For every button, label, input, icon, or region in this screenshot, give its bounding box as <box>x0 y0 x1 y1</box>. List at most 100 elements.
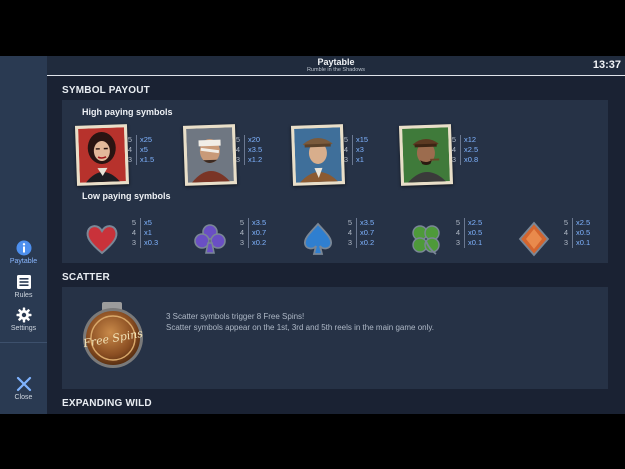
low-symbol-spade: 5 x3.5 4 x0.7 3 x0.2 <box>290 217 398 257</box>
low-symbol-diamond: 5 x2.5 4 x0.5 3 x0.1 <box>506 217 614 257</box>
payout-list: 5 x12 4 x2.5 3 x0.8 <box>452 135 479 165</box>
payout-list: 5 x15 4 x3 3 x1 <box>344 135 369 165</box>
payout-list: 5 x25 4 x5 3 x1.5 <box>128 135 155 165</box>
diamond-icon <box>518 221 550 257</box>
pay-count: 5 <box>347 218 352 227</box>
pay-multiplier: x25 <box>140 135 153 144</box>
rules-icon <box>16 275 31 289</box>
payout-list: 5 x3.5 4 x0.7 3 x0.2 <box>348 218 375 248</box>
pay-count: 5 <box>343 135 348 144</box>
high-symbol-bandaged-man: 5 x20 4 x3.5 3 x1.2 <box>182 124 292 186</box>
pay-count: 5 <box>131 218 136 227</box>
scatter-line-1: 3 Scatter symbols trigger 8 Free Spins! <box>166 312 305 321</box>
pay-multiplier: x0.1 <box>576 238 591 247</box>
pay-multiplier: x3.5 <box>248 145 263 154</box>
paytable-screen: Paytable Rules Settings Close Paytable R… <box>0 56 625 414</box>
pay-count: 4 <box>347 228 352 237</box>
pay-count: 3 <box>131 238 136 247</box>
pay-multiplier: x0.5 <box>468 228 483 237</box>
pay-multiplier: x15 <box>356 135 369 144</box>
pay-multiplier: x0.8 <box>464 155 479 164</box>
pay-multiplier: x5 <box>144 218 152 227</box>
sidebar-item-settings[interactable]: Settings <box>0 307 47 332</box>
pay-count: 3 <box>451 155 456 164</box>
high-symbol-woman: 5 x25 4 x5 3 x1.5 <box>74 124 184 186</box>
cigar-man-portrait-icon <box>398 124 454 186</box>
payout-list: 5 x3.5 4 x0.7 3 x0.2 <box>240 218 267 248</box>
pay-multiplier: x1.2 <box>248 155 263 164</box>
pay-count: 4 <box>235 145 240 154</box>
info-icon <box>16 240 31 256</box>
pay-multiplier: x3.5 <box>252 218 267 227</box>
pay-multiplier: x0.7 <box>252 228 267 237</box>
section-title-expanding-wild: EXPANDING WILD <box>62 398 152 409</box>
club-icon <box>194 224 226 254</box>
pay-count: 3 <box>127 155 132 164</box>
pay-count: 5 <box>563 218 568 227</box>
close-label: Close <box>14 394 33 401</box>
sidebar-item-paytable[interactable]: Paytable <box>0 240 47 265</box>
pay-multiplier: x1.5 <box>140 155 155 164</box>
pay-multiplier: x5 <box>140 145 148 154</box>
pay-count: 4 <box>239 228 244 237</box>
game-subtitle: Rumble in the Shadows <box>306 67 366 73</box>
high-symbol-hat-man: 5 x15 4 x3 3 x1 <box>290 124 400 186</box>
paytable-content[interactable]: SYMBOL PAYOUT High paying symbols 5 x25 … <box>47 77 625 414</box>
sidebar-item-rules[interactable]: Rules <box>0 274 47 299</box>
pay-multiplier: x3.5 <box>360 218 375 227</box>
payout-list: 5 x5 4 x1 3 x0.3 <box>132 218 159 248</box>
section-title-scatter: SCATTER <box>62 272 110 283</box>
pay-multiplier: x3 <box>356 145 364 154</box>
clock: 13:37 <box>592 59 621 71</box>
high-paying-heading: High paying symbols <box>82 107 173 117</box>
bandaged-man-portrait-icon <box>182 124 238 186</box>
pay-multiplier: x0.5 <box>576 228 591 237</box>
pay-count: 4 <box>455 228 460 237</box>
pay-multiplier: x0.2 <box>360 238 375 247</box>
gear-icon <box>16 307 31 323</box>
scatter-line-2: Scatter symbols appear on the 1st, 3rd a… <box>166 323 434 332</box>
pay-multiplier: x2.5 <box>468 218 483 227</box>
pay-count: 3 <box>455 238 460 247</box>
pay-multiplier: x0.7 <box>360 228 375 237</box>
payout-list: 5 x2.5 4 x0.5 3 x0.1 <box>564 218 591 248</box>
pay-count: 3 <box>563 238 568 247</box>
section-title-symbol-payout: SYMBOL PAYOUT <box>62 85 150 96</box>
sidebar-item-label: Paytable <box>9 258 38 265</box>
pay-count: 3 <box>235 155 240 164</box>
pay-count: 4 <box>563 228 568 237</box>
low-symbol-heart: 5 x5 4 x1 3 x0.3 <box>74 217 182 257</box>
pay-multiplier: x20 <box>248 135 261 144</box>
woman-portrait-icon <box>74 124 130 186</box>
hat-man-portrait-icon <box>290 124 346 186</box>
scatter-panel: Free Spins 3 Scatter symbols trigger 8 F… <box>62 287 608 389</box>
pay-count: 4 <box>451 145 456 154</box>
pay-count: 5 <box>455 218 460 227</box>
scatter-description: 3 Scatter symbols trigger 8 Free Spins! … <box>166 311 434 333</box>
pay-multiplier: x12 <box>464 135 477 144</box>
pay-count: 4 <box>127 145 132 154</box>
low-symbol-club: 5 x3.5 4 x0.7 3 x0.2 <box>182 217 290 257</box>
heart-icon <box>86 225 118 255</box>
low-paying-heading: Low paying symbols <box>82 191 171 201</box>
pay-count: 5 <box>451 135 456 144</box>
close-icon <box>16 376 31 392</box>
pay-multiplier: x1 <box>356 155 364 164</box>
pay-count: 5 <box>239 218 244 227</box>
pay-multiplier: x2.5 <box>576 218 591 227</box>
sidebar: Paytable Rules Settings Close <box>0 56 47 414</box>
spade-icon <box>304 222 332 255</box>
pay-multiplier: x0.1 <box>468 238 483 247</box>
pay-count: 3 <box>347 238 352 247</box>
pay-count: 4 <box>343 145 348 154</box>
payout-list: 5 x2.5 4 x0.5 3 x0.1 <box>456 218 483 248</box>
header-bar: Paytable Rumble in the Shadows 13:37 <box>47 56 625 76</box>
pay-multiplier: x0.3 <box>144 238 159 247</box>
close-button[interactable]: Close <box>0 376 47 401</box>
page-title: Paytable <box>317 57 355 67</box>
pay-multiplier: x0.2 <box>252 238 267 247</box>
free-spins-scatter-icon: Free Spins <box>81 302 144 368</box>
pay-multiplier: x1 <box>144 228 152 237</box>
sidebar-item-label: Rules <box>14 292 33 299</box>
pay-count: 3 <box>343 155 348 164</box>
